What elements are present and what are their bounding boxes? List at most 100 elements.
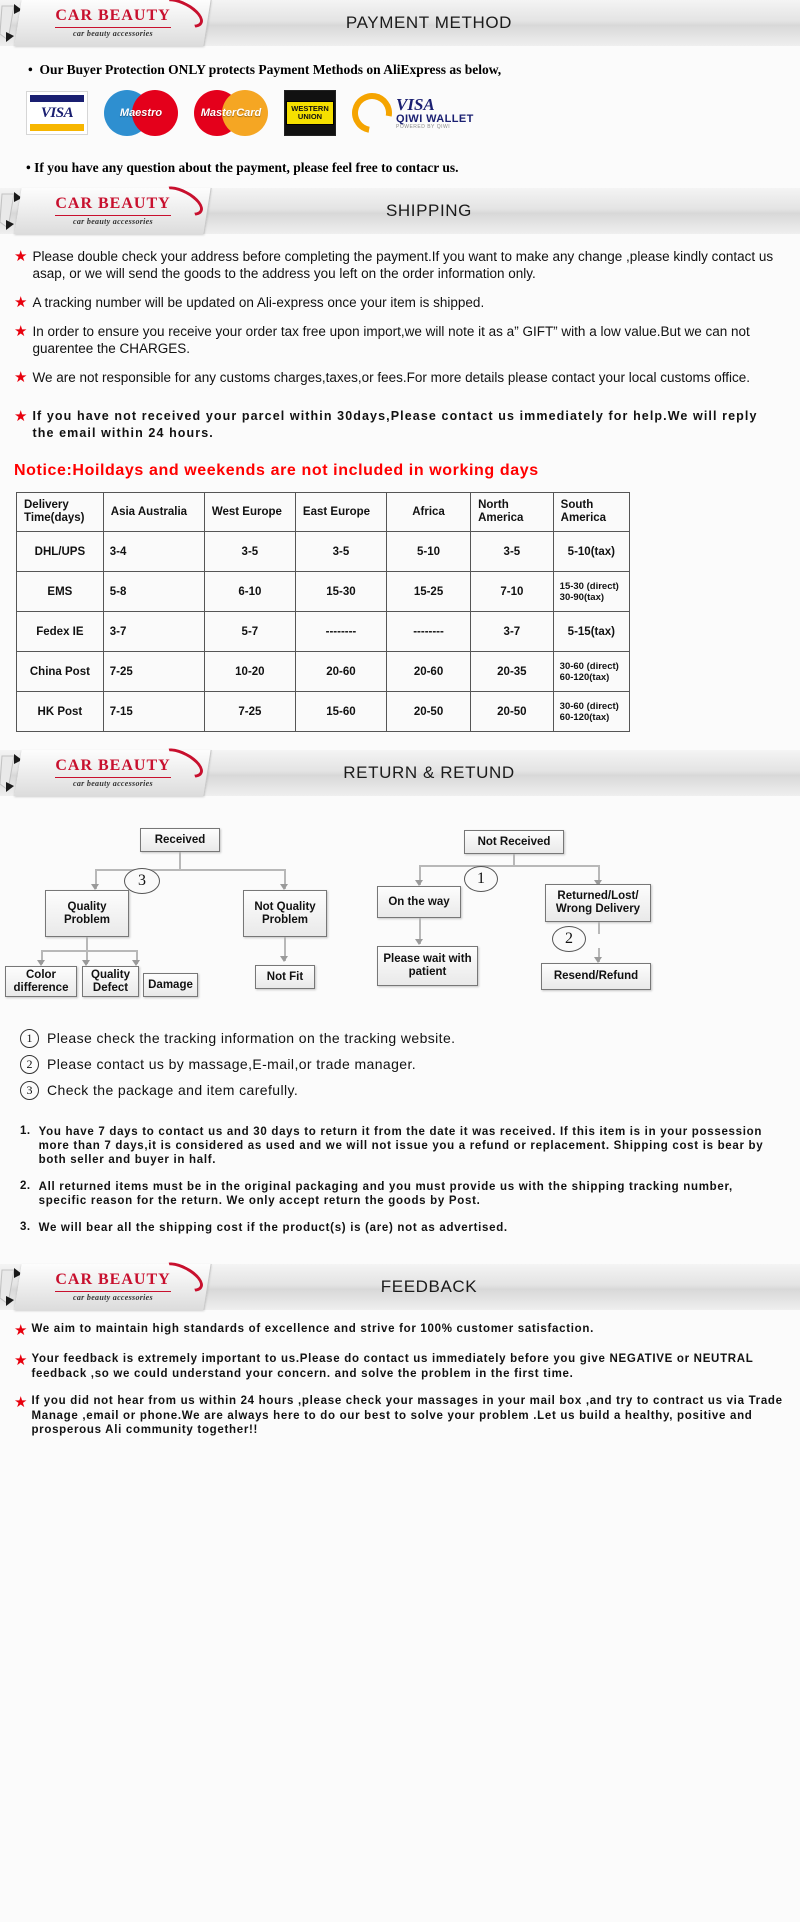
payment-note-2: • If you have any question about the pay… (26, 160, 459, 175)
flow-node-color-difference: Color difference (5, 966, 77, 997)
maestro-logo: Maestro (104, 90, 178, 136)
return-note-text: Please check the tracking information on… (47, 1030, 456, 1046)
visa-logo-label: VISA (40, 104, 74, 121)
payment-logo-row: VISA Maestro MasterCard WESTERN UNION VI… (0, 78, 800, 146)
shipping-bullet: ★ In order to ensure you receive your or… (14, 323, 782, 357)
table-cell: 5-7 (203, 611, 296, 652)
feedback-item: ★ We aim to maintain high standards of e… (14, 1322, 786, 1339)
table-cell: 15-30 (294, 571, 387, 612)
table-cell: 15-60 (294, 691, 387, 732)
shipping-bullet: ★ Please double check your address befor… (14, 248, 782, 282)
shipping-notice: Notice:Hoildays and weekends are not inc… (14, 462, 539, 479)
brand-divider (54, 215, 171, 216)
section-title-feedback: FEEDBACK (380, 1277, 478, 1296)
brand-name: CAR BEAUTY (54, 195, 171, 212)
flow-arrow-icon (415, 939, 423, 945)
return-terms-list: 1. You have 7 days to contact us and 30 … (0, 1107, 800, 1254)
banner-return-refund: CAR BEAUTY car beauty accessories RETURN… (0, 742, 800, 796)
flow-connector (598, 922, 600, 934)
table-cell-method: Fedex IE (16, 611, 104, 652)
western-union-line2: UNION (297, 112, 323, 121)
table-cell-method: China Post (16, 651, 104, 692)
flow-marker-2: 2 (552, 926, 586, 952)
return-term-text: We will bear all the shipping cost if th… (38, 1222, 508, 1234)
shipping-bullet-text: In order to ensure you receive your orde… (32, 324, 750, 356)
mastercard-logo: MasterCard (194, 90, 268, 136)
flow-node-quality-defect: Quality Defect (82, 966, 139, 997)
table-row: EMS 5-8 6-10 15-30 15-25 7-10 15-30 (dir… (16, 571, 631, 612)
table-cell: 10-20 (203, 651, 296, 692)
flow-connector (41, 950, 137, 952)
flow-connector (86, 937, 88, 951)
qiwi-q-icon (344, 85, 400, 141)
brand-name: CAR BEAUTY (54, 757, 171, 774)
star-icon: ★ (14, 408, 28, 425)
table-cell: 20-60 (385, 651, 472, 692)
brand-ribbon: CAR BEAUTY car beauty accessories (14, 742, 212, 796)
mastercard-logo-label: MasterCard (200, 107, 262, 119)
return-note: 3 Check the package and item carefully. (20, 1081, 800, 1100)
table-cell-method: HK Post (16, 691, 104, 732)
feedback-item: ★ Your feedback is extremely important t… (14, 1352, 786, 1381)
shipping-bullet-highlight-text: If you have not received your parcel wit… (32, 409, 758, 440)
brand-divider (54, 777, 171, 778)
brand-tagline: car beauty accessories (72, 1293, 153, 1302)
western-union-logo: WESTERN UNION (284, 90, 336, 136)
flow-connector (419, 865, 599, 867)
flow-node-received: Received (140, 828, 220, 852)
feedback-item-text: If you did not hear from us within 24 ho… (31, 1395, 783, 1436)
table-cell: 3-7 (470, 611, 554, 652)
table-cell: 5-10 (385, 531, 472, 572)
flow-node-resend-refund: Resend/Refund (541, 963, 651, 990)
flow-marker-3: 3 (124, 868, 160, 894)
table-cell: 20-60 (294, 651, 387, 692)
table-header-cell: North America (470, 492, 554, 532)
banner-feedback: CAR BEAUTY car beauty accessories FEEDBA… (0, 1256, 800, 1310)
payment-note-1-text: Our Buyer Protection ONLY protects Payme… (39, 62, 502, 77)
flow-node-damage: Damage (143, 973, 198, 997)
shipping-bullet-text: Please double check your address before … (32, 249, 774, 281)
table-cell-method: EMS (16, 571, 104, 612)
brand-ribbon: CAR BEAUTY car beauty accessories (14, 180, 212, 234)
brand-name: CAR BEAUTY (54, 1271, 171, 1288)
table-cell: 15-30 (direct) 30-90(tax) (552, 571, 631, 612)
star-icon: ★ (14, 1322, 28, 1339)
feedback-item-text: We aim to maintain high standards of exc… (31, 1323, 595, 1335)
table-cell: 3-5 (203, 531, 296, 572)
flow-connector (95, 869, 285, 871)
table-cell: 15-25 (385, 571, 472, 612)
table-cell: 3-7 (102, 611, 205, 652)
banner-payment-method: CAR BEAUTY car beauty accessories PAYMEN… (0, 0, 800, 46)
return-term: 3. We will bear all the shipping cost if… (20, 1221, 778, 1235)
star-icon: ★ (14, 323, 28, 340)
maestro-logo-label: Maestro (119, 107, 163, 119)
table-cell: -------- (294, 611, 387, 652)
return-flowchart: Received 3 Quality Problem Not Quality P… (0, 808, 800, 1023)
table-cell: 20-50 (470, 691, 554, 732)
table-cell: 20-50 (385, 691, 472, 732)
return-note-text: Check the package and item carefully. (47, 1082, 299, 1098)
section-title-return: RETURN & RETUND (343, 763, 515, 782)
star-icon: ★ (14, 1352, 28, 1369)
flow-node-on-the-way: On the way (377, 886, 461, 918)
table-row: Fedex IE 3-7 5-7 -------- -------- 3-7 5… (16, 611, 631, 652)
brand-name: CAR BEAUTY (54, 7, 171, 24)
brand-tagline: car beauty accessories (72, 779, 153, 788)
table-cell: 7-10 (470, 571, 554, 612)
return-term-index: 3. (20, 1221, 31, 1233)
star-icon: ★ (14, 294, 28, 311)
table-cell-method: DHL/UPS (16, 531, 104, 572)
flow-connector (179, 852, 181, 870)
return-term: 2. All returned items must be in the ori… (20, 1180, 778, 1208)
return-note-number: 3 (20, 1081, 39, 1100)
brand-divider (54, 1291, 171, 1292)
return-notes-list: 1 Please check the tracking information … (0, 1023, 800, 1100)
payment-note-1: • Our Buyer Protection ONLY protects Pay… (28, 62, 502, 77)
visa-logo: VISA (26, 91, 88, 135)
banner-shipping: CAR BEAUTY car beauty accessories SHIPPI… (0, 180, 800, 234)
return-note-number: 1 (20, 1029, 39, 1048)
flow-node-please-wait: Please wait with patient (377, 946, 478, 986)
return-note-text: Please contact us by massage,E-mail,or t… (47, 1056, 417, 1072)
table-header-cell: South America (552, 492, 631, 532)
brand-divider (54, 27, 171, 28)
